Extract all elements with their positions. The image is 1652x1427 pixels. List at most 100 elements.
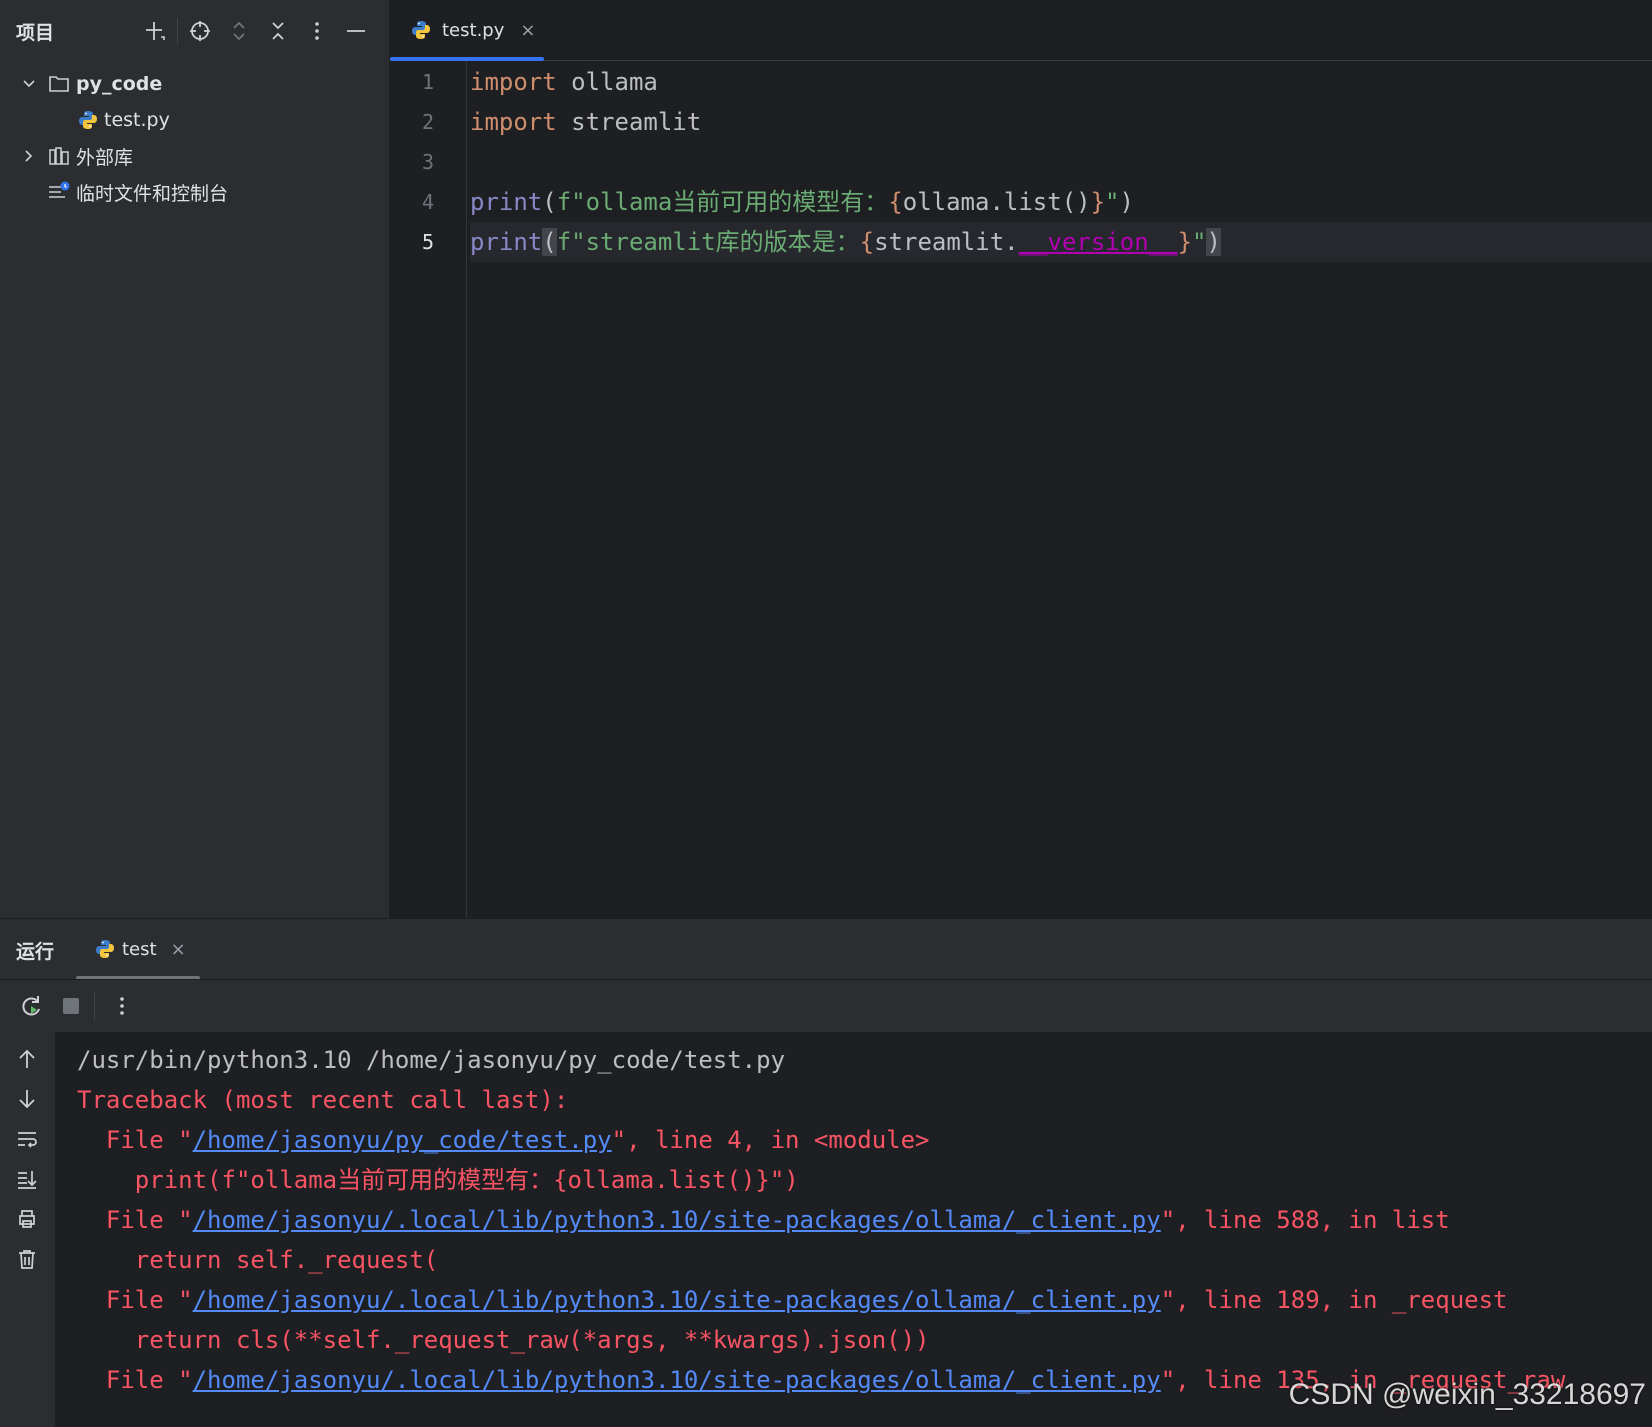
code-line-current[interactable]: print(f"streamlit库的版本是：{streamlit.__vers…	[470, 222, 1652, 262]
project-pane-toolbar	[138, 14, 378, 48]
code-token: streamlit	[556, 108, 702, 136]
more-options-icon[interactable]	[300, 14, 334, 48]
code-editor: test.py × 1 2 3 4 5 import ollama import…	[390, 0, 1652, 918]
project-pane: 项目 py_code test.py 外部库 临时文件和控制台	[0, 0, 390, 918]
line-number: 3	[421, 150, 434, 174]
library-icon	[47, 144, 71, 168]
run-panel: 运行 test × /usr/bin/python3.10 /home/jaso…	[0, 918, 1652, 1427]
code-token: import	[470, 68, 557, 96]
soft-wrap-icon[interactable]	[12, 1124, 42, 1154]
add-icon[interactable]	[138, 14, 172, 48]
tree-item-label: py_code	[76, 73, 163, 95]
console-line: File "/home/jasonyu/.local/lib/python3.1…	[77, 1280, 1508, 1320]
code-token: {	[888, 188, 903, 216]
minimize-icon[interactable]	[339, 14, 373, 48]
tree-item-scratches[interactable]: 临时文件和控制台	[0, 174, 389, 210]
code-token: print	[470, 228, 543, 256]
print-icon[interactable]	[12, 1204, 42, 1234]
folder-icon	[47, 72, 71, 96]
run-panel-title: 运行	[16, 941, 55, 963]
code-token: )	[1119, 188, 1134, 216]
line-number-gutter: 1 2 3 4 5	[390, 61, 467, 918]
python-file-icon	[410, 19, 432, 41]
scroll-down-icon[interactable]	[12, 1084, 42, 1114]
console-text: ", line 4, in <module>	[611, 1126, 930, 1154]
chevron-down-icon[interactable]	[18, 73, 40, 95]
console-output[interactable]: /usr/bin/python3.10 /home/jasonyu/py_cod…	[55, 1032, 1652, 1427]
editor-tab-bar: test.py ×	[390, 0, 1652, 61]
trash-icon[interactable]	[12, 1244, 42, 1274]
scroll-up-icon[interactable]	[12, 1044, 42, 1074]
console-text: File "	[77, 1206, 193, 1234]
chevron-right-icon[interactable]	[18, 145, 40, 167]
code-token: (	[542, 188, 557, 216]
stop-icon[interactable]	[54, 989, 88, 1023]
code-token: )	[1206, 228, 1221, 256]
code-token: f"ollama当前可用的模型有：	[556, 188, 889, 216]
file-link[interactable]: /home/jasonyu/.local/lib/python3.10/site…	[193, 1286, 1161, 1314]
lightbulb-icon[interactable]	[482, 188, 611, 254]
expand-all-icon[interactable]	[222, 14, 256, 48]
line-number: 1	[421, 70, 434, 94]
collapse-all-icon[interactable]	[261, 14, 295, 48]
code-area[interactable]: import ollama import streamlit print(f"o…	[470, 61, 1652, 918]
line-number: 4	[421, 190, 434, 214]
code-token: "	[1192, 228, 1207, 256]
console-line: return self._request(	[77, 1246, 439, 1274]
code-line[interactable]	[470, 142, 1652, 182]
code-token: "	[1105, 188, 1120, 216]
tree-item-test-py[interactable]: test.py	[0, 102, 389, 138]
code-token: __version__	[1018, 228, 1178, 256]
tree-item-external-libraries[interactable]: 外部库	[0, 138, 389, 174]
tree-item-py-code[interactable]: py_code	[0, 66, 389, 102]
tab-label: test	[122, 938, 157, 960]
console-text: File "	[77, 1366, 193, 1394]
code-token: print	[470, 188, 543, 216]
code-token: streamlit.	[874, 228, 1019, 256]
more-options-icon[interactable]	[105, 989, 139, 1023]
console-text: File "	[77, 1286, 193, 1314]
console-line: /usr/bin/python3.10 /home/jasonyu/py_cod…	[77, 1046, 786, 1074]
code-token: }	[1177, 228, 1193, 256]
file-link[interactable]: /home/jasonyu/py_code/test.py	[193, 1126, 612, 1154]
tab-run-test[interactable]: test ×	[76, 919, 200, 980]
locate-icon[interactable]	[183, 14, 217, 48]
code-line[interactable]: print(f"ollama当前可用的模型有：{ollama.list()}")	[470, 182, 1652, 254]
project-pane-title: 项目	[16, 21, 55, 44]
console-line: File "/home/jasonyu/.local/lib/python3.1…	[77, 1200, 1450, 1240]
console-text: File "	[77, 1126, 193, 1154]
scroll-to-end-icon[interactable]	[12, 1164, 42, 1194]
run-panel-header: 运行 test ×	[0, 919, 1652, 980]
python-file-icon	[94, 938, 116, 960]
console-line: return cls(**self._request_raw(*args, **…	[77, 1326, 930, 1354]
code-token: {	[859, 228, 875, 256]
close-icon[interactable]: ×	[171, 939, 186, 960]
code-token: ollama.list()	[902, 188, 1091, 216]
run-toolbar	[0, 979, 1652, 1033]
code-line[interactable]: import streamlit	[470, 102, 1652, 142]
code-token: }	[1090, 188, 1106, 216]
file-link[interactable]: /home/jasonyu/.local/lib/python3.10/site…	[193, 1206, 1161, 1234]
toolbar-separator	[94, 992, 95, 1020]
project-tree: py_code test.py 外部库 临时文件和控制台	[0, 66, 389, 210]
code-line[interactable]: import ollama	[470, 62, 1652, 102]
line-number-current: 5	[421, 230, 434, 254]
tab-test-py[interactable]: test.py ×	[390, 0, 544, 61]
scratches-icon	[47, 180, 71, 204]
console-line: File "/home/jasonyu/py_code/test.py", li…	[77, 1120, 930, 1160]
console-line: Traceback (most recent call last):	[77, 1086, 569, 1114]
rerun-icon[interactable]	[14, 989, 48, 1023]
watermark: CSDN @weixin_33218697	[1288, 1378, 1646, 1411]
tree-item-label: 临时文件和控制台	[76, 182, 229, 205]
console-text: ", line 588, in list	[1160, 1206, 1450, 1234]
code-token: f"streamlit库的版本是：	[556, 228, 860, 256]
python-file-icon	[76, 108, 100, 132]
console-text: ", line 189, in _request	[1160, 1286, 1508, 1314]
close-icon[interactable]: ×	[520, 20, 535, 41]
tab-label: test.py	[442, 19, 505, 41]
file-link[interactable]: /home/jasonyu/.local/lib/python3.10/site…	[193, 1366, 1161, 1394]
code-token: ollama	[556, 68, 658, 96]
code-token: import	[470, 108, 557, 136]
line-number: 2	[421, 110, 434, 134]
tree-item-label: test.py	[104, 109, 170, 131]
